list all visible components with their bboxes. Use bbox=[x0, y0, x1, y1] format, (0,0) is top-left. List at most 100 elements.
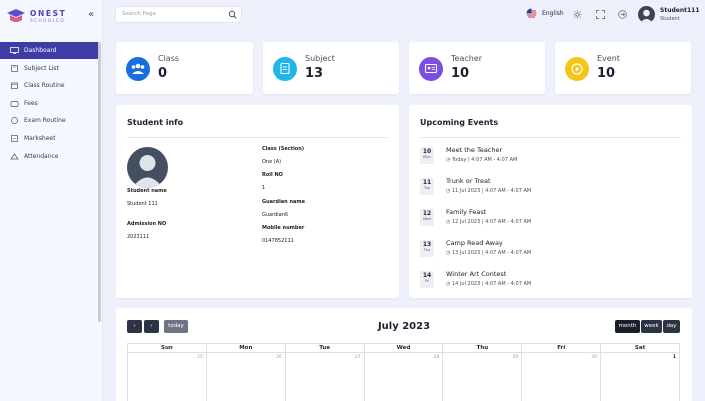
stat-label: Class bbox=[158, 54, 180, 63]
fullscreen-icon[interactable] bbox=[596, 10, 605, 19]
sidebar-item-label: Class Routine bbox=[24, 82, 65, 90]
class-icon bbox=[126, 57, 150, 81]
admission-no-label: Admission NO bbox=[127, 221, 167, 227]
list-item[interactable]: 14 Fri Winter Art Contest ◷ 14 Jul 2023 … bbox=[420, 269, 690, 291]
monitor-icon bbox=[10, 47, 19, 54]
weekday-header: Tue bbox=[285, 344, 365, 353]
school-logo-icon bbox=[7, 9, 25, 22]
avatar[interactable] bbox=[638, 6, 655, 23]
user-avatar-icon bbox=[640, 9, 653, 23]
calendar-day-cell[interactable]: 26 bbox=[207, 353, 286, 401]
calendar-day-cell[interactable]: 25 bbox=[128, 353, 207, 401]
sidebar-scrollbar[interactable] bbox=[98, 42, 101, 322]
sidebar: ONEST SCHOOLED « Dashboard Subject List … bbox=[0, 0, 103, 401]
sidebar-item-class-routine[interactable]: Class Routine bbox=[0, 77, 98, 94]
stat-card-subject: Subject 13 bbox=[263, 42, 399, 94]
subject-icon bbox=[273, 57, 297, 81]
stat-card-class: Class 0 bbox=[116, 42, 253, 94]
sidebar-item-attendance[interactable]: Attendance bbox=[0, 148, 98, 165]
language-label: English bbox=[542, 10, 564, 17]
logout-icon[interactable] bbox=[618, 10, 627, 19]
brand-name: ONEST bbox=[30, 9, 67, 18]
class-section-value: One (A) bbox=[262, 159, 282, 165]
upcoming-events-card: Upcoming Events 10 Mon Meet the Teacher … bbox=[409, 105, 692, 298]
sidebar-item-label: Exam Routine bbox=[24, 117, 66, 125]
sidebar-item-label: Subject List bbox=[24, 64, 59, 72]
search-input[interactable]: Search Page bbox=[115, 6, 242, 23]
divider bbox=[420, 137, 681, 138]
list-item[interactable]: 12 Wed Family Feast ◷ 12 Jul 2023 | 4:07… bbox=[420, 207, 690, 229]
student-name-value: Student 111 bbox=[127, 201, 158, 207]
calendar-icon bbox=[11, 82, 18, 90]
list-item[interactable]: 11 Tue Trunk or Treat ◷ 11 Jul 2023 | 4:… bbox=[420, 176, 690, 198]
calendar-grid: Sun Mon Tue Wed Thu Fri Sat 25 26 27 28 … bbox=[127, 343, 681, 401]
calendar-day-cell[interactable]: 27 bbox=[286, 353, 365, 401]
calendar-view-day-button[interactable]: day bbox=[663, 320, 680, 333]
weekday-header: Wed bbox=[364, 344, 444, 353]
event-title: Family Feast bbox=[446, 208, 487, 216]
sidebar-item-dashboard[interactable]: Dashboard bbox=[0, 42, 98, 59]
book-icon bbox=[11, 64, 18, 72]
sidebar-item-exam-routine[interactable]: Exam Routine bbox=[0, 112, 98, 129]
sidebar-item-fees[interactable]: Fees bbox=[0, 95, 98, 112]
mobile-number-label: Mobile number bbox=[262, 225, 305, 231]
attendance-icon bbox=[10, 152, 19, 159]
sidebar-item-subject-list[interactable]: Subject List bbox=[0, 60, 98, 77]
stat-value: 10 bbox=[597, 66, 616, 81]
event-title: Meet the Teacher bbox=[446, 146, 503, 154]
teacher-icon bbox=[419, 57, 443, 81]
stat-label: Subject bbox=[305, 54, 335, 63]
event-meta: ◷ 13 Jul 2023 | 4:07 AM - 4:07 AM bbox=[446, 250, 532, 256]
class-section-label: Class (Section) bbox=[262, 146, 305, 152]
admission-no-value: 2023111 bbox=[127, 234, 150, 240]
event-date-badge: 10 Mon bbox=[420, 147, 434, 164]
calendar-day-cell[interactable]: 28 bbox=[365, 353, 444, 401]
collapse-sidebar-icon[interactable]: « bbox=[88, 9, 94, 20]
event-date-badge: 14 Fri bbox=[420, 271, 434, 288]
sidebar-item-marksheet[interactable]: Marksheet bbox=[0, 130, 98, 147]
upcoming-events-title: Upcoming Events bbox=[420, 118, 499, 127]
stat-label: Event bbox=[597, 54, 620, 63]
event-meta: ◷ Today | 4:07 AM - 4:07 AM bbox=[446, 157, 518, 163]
sidebar-item-label: Dashboard bbox=[24, 47, 57, 54]
student-avatar bbox=[127, 147, 168, 188]
weekday-header: Mon bbox=[206, 344, 286, 353]
stat-value: 13 bbox=[305, 66, 324, 81]
stat-card-event: Event 10 bbox=[555, 42, 691, 94]
calendar-day-cell[interactable]: 30 bbox=[522, 353, 602, 401]
student-name-label: Student name bbox=[127, 188, 167, 194]
stat-card-teacher: Teacher 10 bbox=[409, 42, 545, 94]
calendar-day-cell[interactable]: 29 bbox=[443, 353, 523, 401]
event-date-badge: 12 Wed bbox=[420, 209, 434, 226]
event-date-badge: 11 Tue bbox=[420, 178, 434, 195]
event-icon bbox=[565, 57, 589, 81]
list-item[interactable]: 13 Thu Camp Read Away ◷ 13 Jul 2023 | 4:… bbox=[420, 238, 690, 260]
wallet-icon bbox=[10, 100, 19, 107]
roll-no-value: 1 bbox=[262, 185, 266, 191]
student-info-title: Student info bbox=[127, 118, 184, 127]
calendar-weekday-row: Sun Mon Tue Wed Thu Fri Sat bbox=[128, 344, 681, 353]
guardian-name-value: Guardian6 bbox=[262, 212, 289, 218]
list-item[interactable]: 10 Mon Meet the Teacher ◷ Today | 4:07 A… bbox=[420, 145, 690, 167]
theme-sun-icon[interactable] bbox=[573, 10, 582, 19]
event-meta: ◷ 14 Jul 2023 | 4:07 AM - 4:07 AM bbox=[446, 281, 532, 287]
calendar-month-title: July 2023 bbox=[377, 321, 431, 332]
search-icon[interactable] bbox=[228, 10, 237, 19]
calendar-view-month-button[interactable]: month bbox=[615, 320, 640, 333]
calendar-view-week-button[interactable]: week bbox=[641, 320, 662, 333]
brand-logo[interactable]: ONEST SCHOOLED bbox=[6, 8, 86, 26]
language-selector[interactable]: English bbox=[526, 8, 564, 19]
weekday-header: Thu bbox=[443, 344, 523, 353]
calendar-week-row: 25 26 27 28 29 30 1 bbox=[128, 353, 681, 401]
guardian-name-label: Guardian name bbox=[262, 199, 306, 205]
marksheet-icon bbox=[11, 135, 18, 142]
roll-no-label: Roll NO bbox=[262, 172, 283, 178]
stat-value: 10 bbox=[451, 66, 470, 81]
event-title: Camp Read Away bbox=[446, 239, 503, 247]
calendar-day-cell[interactable]: 1 bbox=[601, 353, 681, 401]
event-title: Trunk or Treat bbox=[446, 177, 491, 185]
calendar-card: ‹ › today July 2023 month week day Sun M… bbox=[116, 308, 692, 401]
exam-icon bbox=[11, 117, 18, 125]
student-info-card: Student info Student name Student 111 Ad… bbox=[116, 105, 399, 298]
sidebar-nav: Dashboard Subject List Class Routine Fee… bbox=[0, 42, 98, 165]
